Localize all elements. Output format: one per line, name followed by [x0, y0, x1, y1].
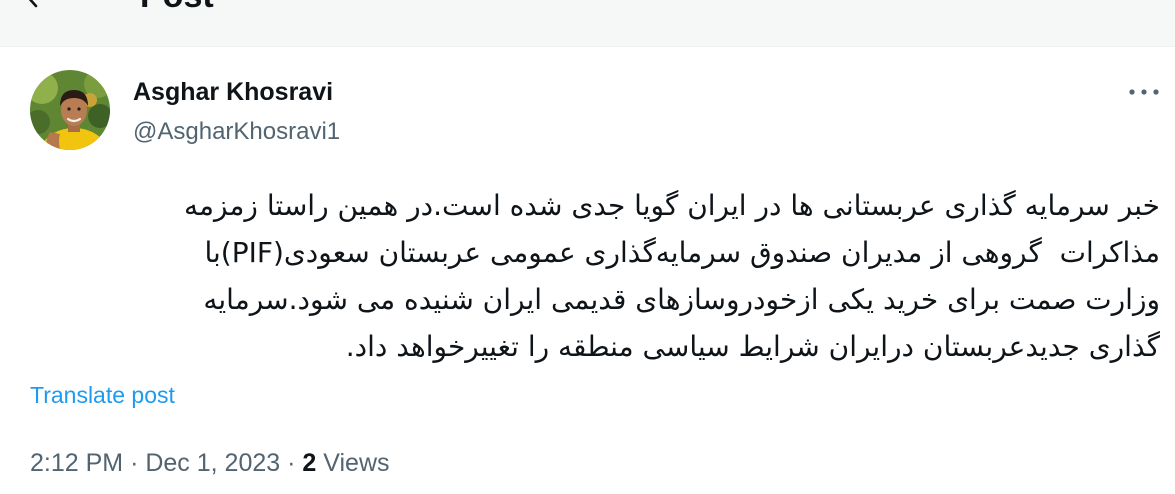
views-count: 2 — [302, 449, 317, 477]
tweet-meta: 2:12 PM · Dec 1, 2023 · 2 Views — [30, 447, 390, 479]
post-date[interactable]: Dec 1, 2023 — [145, 449, 280, 477]
views-label: Views — [316, 449, 389, 477]
author-handle[interactable]: @AsgharKhosravi1 — [133, 116, 340, 148]
avatar-photo — [30, 70, 110, 150]
back-arrow-icon[interactable] — [24, 0, 56, 10]
tweet-text: خبر سرمایه گذاری عربستانی ها در ایران گو… — [30, 182, 1160, 370]
tweet-text-line: وزارت صمت برای خرید یکی ازخودروسازهای قد… — [203, 283, 1160, 316]
views-label-text: Views — [323, 449, 390, 477]
author-name[interactable]: Asghar Khosravi — [133, 76, 333, 108]
tweet-text-line: گذاری جدیدعربستان درایران شرایط سیاسی من… — [345, 330, 1160, 363]
avatar[interactable] — [30, 70, 110, 150]
translate-post-link[interactable]: Translate post — [30, 380, 175, 410]
tweet-text-line: مذاکرات گروهی از مدیران صندوق سرمایه‌گذا… — [204, 236, 1160, 269]
back-button[interactable] — [24, 0, 56, 10]
meta-separator: · — [287, 449, 296, 477]
tweet-text-line: خبر سرمایه گذاری عربستانی ها در ایران گو… — [183, 189, 1160, 222]
post-time[interactable]: 2:12 PM — [30, 449, 123, 477]
top-header: Post — [0, 0, 1175, 47]
more-button[interactable] — [1124, 80, 1164, 104]
more-horizontal-icon[interactable] — [1124, 80, 1164, 104]
meta-separator: · — [130, 449, 139, 477]
page-title: Post — [140, 0, 214, 13]
